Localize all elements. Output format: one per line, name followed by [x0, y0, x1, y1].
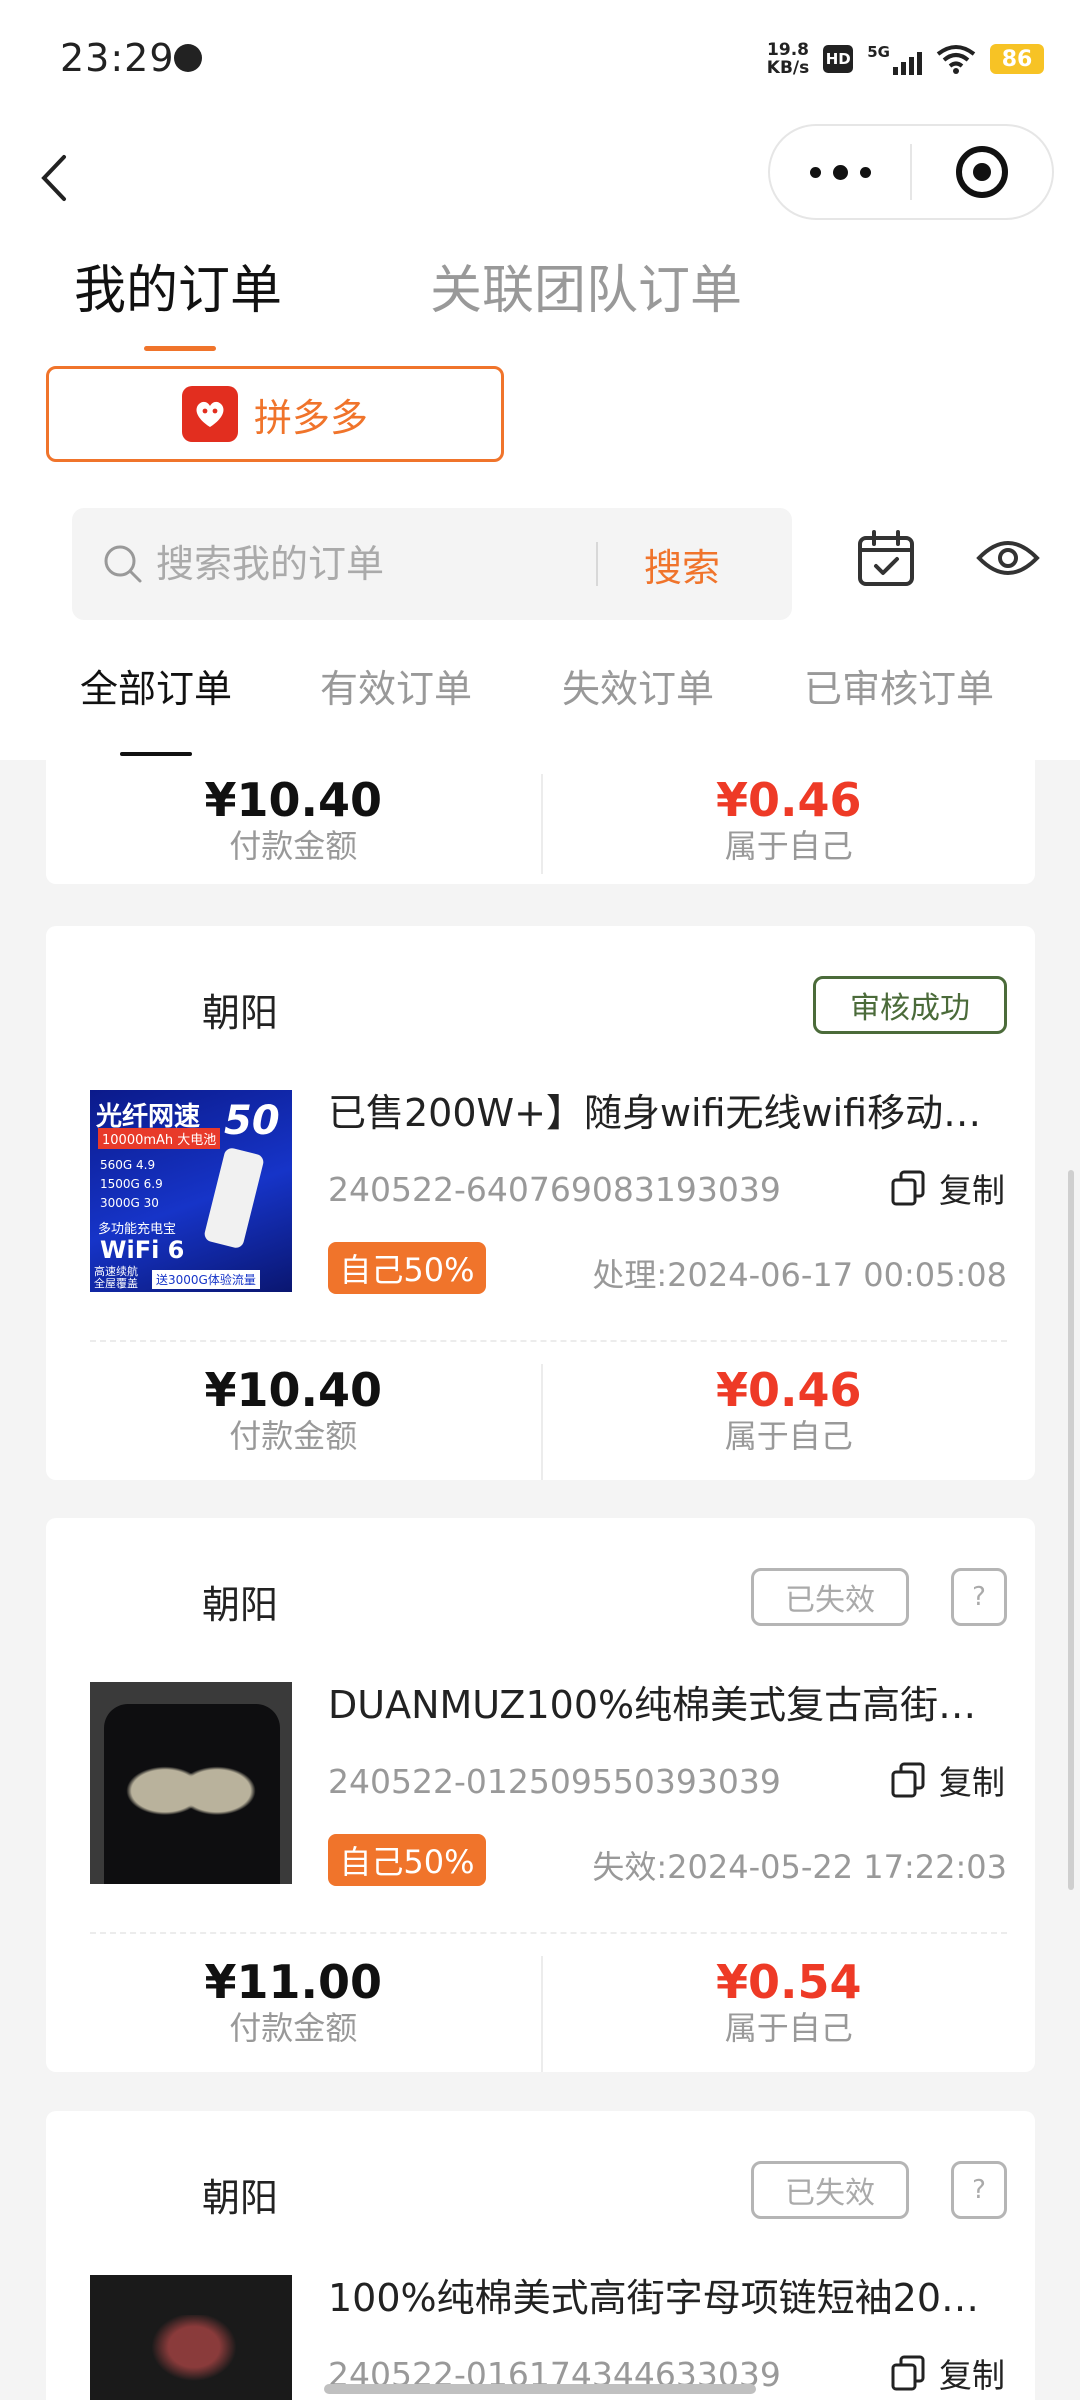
calendar-icon[interactable] — [856, 528, 916, 588]
copy-button[interactable]: 复制 — [891, 1756, 1005, 1804]
tab-invalid-orders[interactable]: 失效订单 — [562, 658, 714, 713]
commission-label: 属于自己 — [724, 827, 853, 865]
copy-icon — [891, 1762, 925, 1798]
main-tabs: 我的订单 关联团队订单 — [74, 248, 742, 351]
scrollbar[interactable] — [1068, 1170, 1074, 1890]
commission-amount: ¥0.54 — [715, 1955, 862, 2009]
share-badge: 自己50% — [328, 1242, 486, 1294]
tab-team-orders[interactable]: 关联团队订单 — [430, 248, 742, 351]
signal-icon: 5G — [867, 43, 922, 75]
chevron-left-icon — [41, 155, 66, 201]
home-indicator[interactable] — [324, 2384, 756, 2394]
order-card-partial: ¥10.40 付款金额 ¥0.46 属于自己 — [46, 760, 1035, 884]
shop-name: 朝阳 — [202, 2176, 279, 2220]
processed-time: 处理:2024-06-17 00:05:08 — [592, 1256, 1007, 1294]
globe-icon — [174, 44, 202, 72]
mini-program-capsule — [768, 124, 1054, 220]
platform-label: 拼多多 — [253, 395, 368, 440]
status-badge: 审核成功 — [813, 976, 1007, 1034]
product-title[interactable]: DUANMUZ100%纯棉美式复古高街… — [328, 1674, 988, 1729]
target-icon — [955, 146, 1008, 198]
clock: 23:29 — [60, 36, 175, 80]
help-button[interactable]: ? — [951, 1568, 1007, 1626]
battery-icon: 86 — [990, 44, 1044, 74]
order-card[interactable]: 朝阳 审核成功 光纤网速 10000mAh 大电池 50 560G 4.9 15… — [46, 926, 1035, 1480]
status-badge: 已失效 — [751, 2161, 909, 2219]
status-badge: 已失效 — [751, 1568, 909, 1626]
commission-label: 属于自己 — [724, 2009, 853, 2047]
product-image[interactable] — [90, 2275, 292, 2400]
back-button[interactable] — [40, 138, 80, 218]
tab-all-orders[interactable]: 全部订单 — [80, 658, 232, 756]
close-button[interactable] — [912, 126, 1052, 218]
share-badge: 自己50% — [328, 1834, 486, 1886]
pay-amount: ¥10.40 — [204, 773, 382, 827]
copy-icon — [891, 1170, 925, 1206]
product-title[interactable]: 已售200W+】随身wifi无线wifi移动… — [328, 1082, 988, 1137]
commission-amount: ¥0.46 — [715, 773, 862, 827]
header: 我的订单 关联团队订单 拼多多 搜索 全部订单 有效订单 失效订单 — [0, 118, 1080, 760]
tab-reviewed-orders[interactable]: 已审核订单 — [804, 658, 994, 713]
shop-name: 朝阳 — [202, 1583, 279, 1627]
invalid-time: 失效:2024-05-22 17:22:03 — [592, 1848, 1007, 1886]
status-bar: 23:29 19.8 KB/s HD 5G 86 — [0, 0, 1080, 118]
tab-valid-orders[interactable]: 有效订单 — [320, 658, 472, 713]
platform-filter-button[interactable]: 拼多多 — [46, 366, 504, 462]
product-image[interactable]: 光纤网速 10000mAh 大电池 50 560G 4.9 1500G 6.9 … — [90, 1090, 292, 1292]
order-number: 240522-012509550393039 — [328, 1762, 781, 1801]
commission-label: 属于自己 — [724, 1417, 853, 1455]
search-input[interactable] — [156, 534, 596, 594]
network-speed: 19.8 KB/s — [766, 40, 810, 78]
eye-icon[interactable] — [976, 536, 1040, 580]
search-button[interactable]: 搜索 — [644, 537, 720, 592]
shop-name: 朝阳 — [202, 991, 279, 1035]
pay-amount-label: 付款金额 — [229, 827, 358, 865]
wifi-icon — [936, 45, 976, 74]
product-image[interactable] — [90, 1682, 292, 1884]
search-bar: 搜索 — [72, 508, 792, 620]
pay-amount-label: 付款金额 — [229, 1417, 358, 1455]
hd-icon: HD — [823, 45, 854, 73]
copy-button[interactable]: 复制 — [891, 2349, 1005, 2397]
search-icon — [104, 545, 142, 583]
pay-amount: ¥11.00 — [204, 1955, 382, 2009]
more-button[interactable] — [770, 126, 910, 218]
order-card[interactable]: 朝阳 已失效 ? 100%纯棉美式高街字母项链短袖202… 240522-016… — [46, 2111, 1035, 2400]
copy-button[interactable]: 复制 — [891, 1164, 1005, 1212]
order-number: 240522-640769083193039 — [328, 1170, 781, 1209]
order-status-tabs: 全部订单 有效订单 失效订单 已审核订单 — [0, 658, 1080, 760]
commission-amount: ¥0.46 — [715, 1363, 862, 1417]
order-card[interactable]: 朝阳 已失效 ? DUANMUZ100%纯棉美式复古高街… 240522-012… — [46, 1518, 1035, 2072]
tab-my-orders[interactable]: 我的订单 — [74, 248, 282, 351]
pinduoduo-logo — [181, 386, 238, 442]
help-button[interactable]: ? — [951, 2161, 1007, 2219]
pay-amount-label: 付款金额 — [229, 2009, 358, 2047]
pay-amount: ¥10.40 — [204, 1363, 382, 1417]
copy-icon — [891, 2355, 925, 2391]
product-title[interactable]: 100%纯棉美式高街字母项链短袖202… — [328, 2267, 988, 2322]
